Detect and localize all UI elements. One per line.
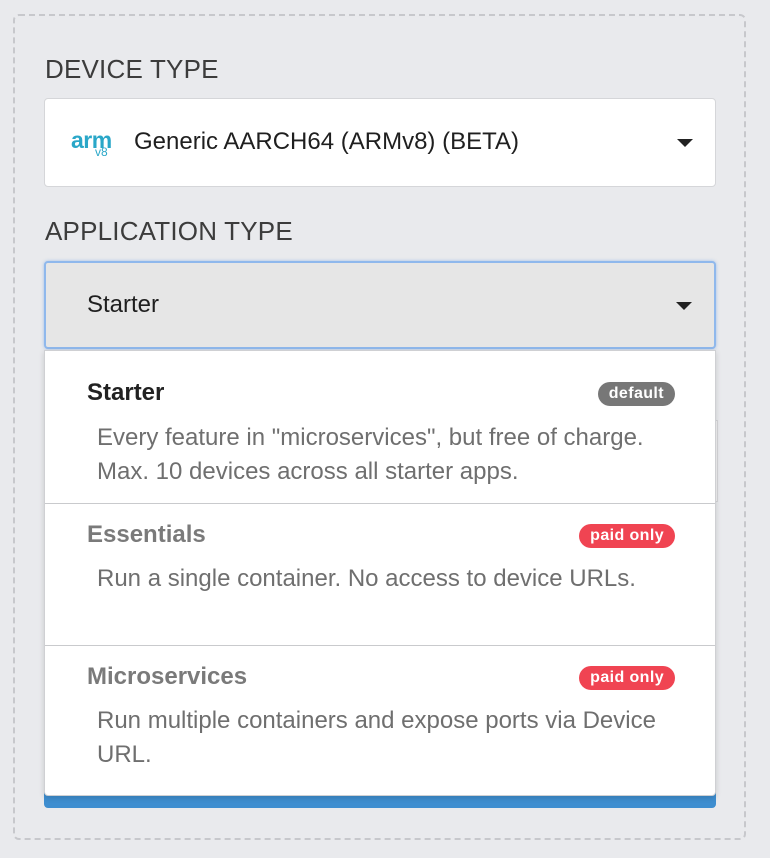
option-microservices[interactable]: Microservices paid only Run multiple con…: [45, 646, 715, 796]
option-title: Essentials: [87, 521, 206, 548]
paid-only-badge: paid only: [579, 524, 675, 548]
device-type-value: Generic AARCH64 (ARMv8) (BETA): [134, 128, 519, 155]
device-type-label: DEVICE TYPE: [45, 54, 219, 84]
option-starter[interactable]: Starter default Every feature in "micros…: [45, 351, 715, 503]
option-description: Run multiple containers and expose ports…: [97, 707, 656, 768]
option-description: Run a single container. No access to dev…: [97, 565, 636, 592]
application-type-select[interactable]: Starter: [44, 261, 716, 349]
option-essentials[interactable]: Essentials paid only Run a single contai…: [45, 504, 715, 645]
paid-only-badge: paid only: [579, 666, 675, 690]
arm-logo-icon: arm v8: [71, 127, 117, 159]
chevron-down-icon: [677, 139, 693, 147]
chevron-down-icon: [676, 302, 692, 310]
default-badge: default: [597, 382, 675, 406]
application-type-label: APPLICATION TYPE: [45, 216, 293, 246]
application-type-dropdown: Starter default Every feature in "micros…: [44, 350, 716, 796]
option-title: Microservices: [87, 663, 248, 690]
option-title: Starter: [87, 379, 165, 406]
arm-logo-subtext: v8: [95, 145, 108, 159]
application-type-value: Starter: [87, 291, 160, 318]
device-type-select[interactable]: arm v8 Generic AARCH64 (ARMv8) (BETA): [44, 98, 716, 187]
option-description: Every feature in "microservices", but fr…: [97, 424, 644, 485]
